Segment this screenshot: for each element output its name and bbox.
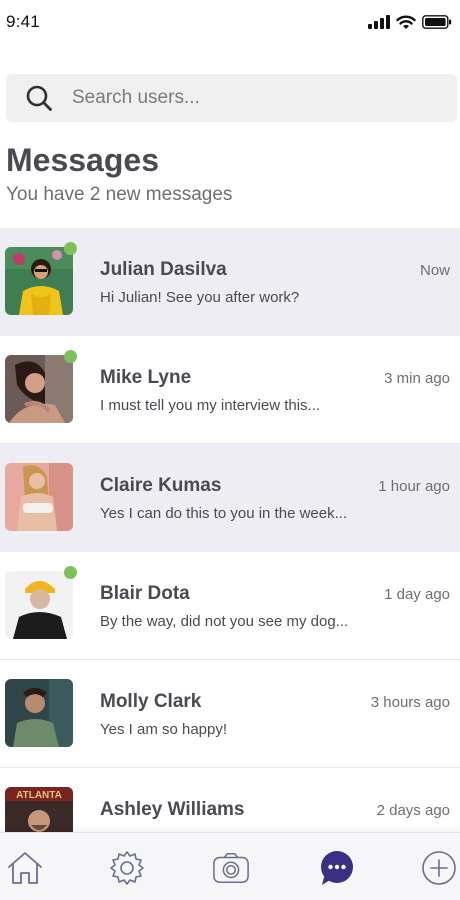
status-bar: 9:41 (0, 0, 460, 44)
message-sender-name: Mike Lyne (100, 367, 192, 388)
message-list: Julian Dasilva Now Hi Julian! See you af… (0, 228, 460, 876)
online-indicator (64, 242, 77, 255)
page-title: Messages (6, 142, 159, 178)
search-bar[interactable] (6, 74, 457, 122)
avatar[interactable] (5, 355, 73, 423)
search-input[interactable] (72, 87, 412, 109)
status-time: 9:41 (6, 12, 40, 31)
message-sender-name: Claire Kumas (100, 475, 222, 496)
search-icon (26, 85, 52, 111)
camera-icon (213, 852, 249, 884)
settings-icon (110, 851, 144, 885)
home-icon (8, 852, 42, 884)
avatar-sign-text: ATLANTA (16, 790, 62, 801)
message-row-blair-dota[interactable]: Blair Dota 1 day ago By the way, did not… (0, 552, 460, 660)
message-preview: Yes I can do this to you in the week... (100, 505, 348, 522)
status-icons (368, 15, 452, 30)
avatar[interactable] (5, 571, 73, 639)
message-preview: Yes I am so happy! (100, 721, 228, 738)
message-row-claire-kumas[interactable]: Claire Kumas 1 hour ago Yes I can do thi… (0, 444, 460, 552)
nav-chat[interactable] (318, 849, 356, 887)
nav-home[interactable] (6, 849, 44, 887)
message-time: 3 min ago (384, 370, 450, 387)
online-indicator (64, 350, 77, 363)
message-time: 3 hours ago (370, 694, 450, 711)
message-preview: Hi Julian! See you after work? (100, 289, 300, 306)
page-subtitle: You have 2 new messages (6, 184, 233, 205)
chat-icon (321, 851, 353, 885)
bottom-nav (0, 832, 460, 900)
nav-add[interactable] (420, 849, 458, 887)
message-row-molly-clark[interactable]: Molly Clark 3 hours ago Yes I am so happ… (0, 660, 460, 768)
avatar[interactable] (5, 463, 73, 531)
message-time: 2 days ago (376, 802, 450, 819)
avatar[interactable] (5, 679, 73, 747)
message-sender-name: Ashley Williams (100, 799, 245, 820)
message-time: 1 hour ago (378, 478, 450, 495)
message-time: 1 day ago (384, 586, 450, 603)
message-sender-name: Julian Dasilva (100, 259, 227, 280)
message-preview: I must tell you my interview this... (100, 397, 321, 414)
message-sender-name: Molly Clark (100, 691, 202, 712)
online-indicator (64, 566, 77, 579)
signal-icon (368, 15, 390, 29)
avatar[interactable] (5, 247, 73, 315)
message-row-julian-dasilva[interactable]: Julian Dasilva Now Hi Julian! See you af… (0, 228, 460, 336)
message-time: Now (419, 262, 450, 279)
battery-icon (422, 15, 452, 29)
message-row-mike-lyne[interactable]: Mike Lyne 3 min ago I must tell you my i… (0, 336, 460, 444)
message-preview: By the way, did not you see my dog... (100, 613, 349, 630)
nav-settings[interactable] (108, 849, 146, 887)
wifi-icon (396, 15, 416, 29)
nav-camera[interactable] (212, 849, 250, 887)
add-icon (422, 851, 456, 885)
message-sender-name: Blair Dota (100, 583, 190, 604)
